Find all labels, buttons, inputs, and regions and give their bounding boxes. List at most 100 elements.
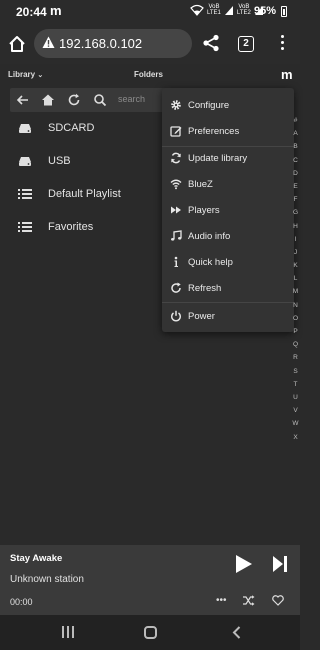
drive-icon	[19, 124, 31, 133]
alpha-index-letter[interactable]: C	[291, 154, 300, 167]
menu-item-label[interactable]: Update library	[188, 153, 247, 164]
reload-icon[interactable]	[67, 93, 81, 107]
menu-item-bluez[interactable]: BlueZ	[162, 171, 294, 197]
list-item[interactable]: USB	[0, 145, 165, 178]
alpha-index-letter[interactable]: M	[291, 285, 300, 298]
url-text[interactable]: 192.168.0.102	[59, 36, 142, 51]
edit-icon	[170, 126, 182, 137]
menu-item-label[interactable]: Preferences	[188, 126, 239, 137]
recent-apps-icon[interactable]	[62, 626, 74, 638]
browser-menu-icon[interactable]	[281, 35, 285, 53]
back-arrow-icon[interactable]	[16, 93, 30, 107]
list-item[interactable]: Default Playlist	[0, 178, 165, 211]
heart-icon[interactable]	[272, 595, 284, 606]
alpha-index-letter[interactable]: I	[291, 233, 300, 246]
address-bar[interactable]: 192.168.0.102	[34, 29, 192, 58]
tab-count-button[interactable]: 2	[238, 36, 254, 52]
skip-next-icon[interactable]	[272, 555, 288, 573]
list-icon	[18, 189, 32, 199]
home-nav-icon[interactable]	[41, 93, 55, 107]
gear-icon	[171, 100, 181, 110]
list-item-label: Default Playlist	[48, 188, 121, 200]
net-indicator-1: VoB LTE1	[207, 4, 221, 16]
alpha-index-letter[interactable]: Q	[291, 338, 300, 351]
menu-item-label[interactable]: Quick help	[188, 257, 233, 268]
warning-icon[interactable]	[42, 36, 55, 49]
library-dropdown[interactable]: Library ⌄	[8, 70, 43, 79]
menu-item-preferences[interactable]: Preferences	[162, 118, 294, 144]
share-icon[interactable]	[202, 34, 220, 52]
drive-icon	[19, 157, 31, 166]
menu-item-players[interactable]: Players	[162, 197, 294, 223]
list-item[interactable]: Favorites	[0, 211, 165, 244]
alpha-index-letter[interactable]: T	[291, 378, 300, 391]
alpha-index-letter[interactable]: S	[291, 365, 300, 378]
alpha-index-letter[interactable]: G	[291, 206, 300, 219]
menu-item-quick-help[interactable]: Quick help	[162, 249, 294, 275]
menu-item-configure[interactable]: Configure	[162, 92, 294, 118]
library-label[interactable]: Library	[8, 70, 35, 79]
alpha-index-letter[interactable]: V	[291, 404, 300, 417]
list-icon	[18, 222, 32, 232]
app-logo[interactable]: m	[281, 67, 293, 82]
alpha-index-letter[interactable]: R	[291, 351, 300, 364]
menu-item-refresh[interactable]: Refresh	[162, 275, 294, 301]
alpha-index-letter[interactable]: D	[291, 167, 300, 180]
main-menu-popup: Configure Preferences Update library Blu…	[162, 88, 294, 332]
alpha-index-letter[interactable]: H	[291, 220, 300, 233]
play-icon[interactable]	[235, 554, 253, 574]
battery-icon	[281, 6, 287, 17]
alphabet-index[interactable]: # A B C D E F G H I J K L M N O P Q R S T U V W X	[291, 114, 300, 444]
track-title: Stay Awake	[10, 553, 63, 564]
alpha-index-letter[interactable]: N	[291, 299, 300, 312]
search-icon[interactable]	[93, 93, 107, 107]
list-item[interactable]: SDCARD	[0, 112, 165, 145]
sync-icon	[171, 152, 181, 164]
status-time: 20:44	[16, 5, 47, 19]
menu-item-label[interactable]: Players	[188, 205, 220, 216]
alpha-index-letter[interactable]: B	[291, 140, 300, 153]
system-nav-bar	[0, 615, 300, 650]
home-icon[interactable]	[7, 34, 27, 54]
menu-item-label[interactable]: Refresh	[188, 283, 221, 294]
alpha-index-letter[interactable]: L	[291, 272, 300, 285]
alpha-index-letter[interactable]: E	[291, 180, 300, 193]
menu-item-label[interactable]: Audio info	[188, 231, 230, 242]
status-bar: 20:44 m VoB LTE1 VoB LTE2 95%	[0, 0, 300, 24]
refresh-icon	[171, 282, 181, 293]
alpha-index-letter[interactable]: F	[291, 193, 300, 206]
menu-item-label[interactable]: BlueZ	[188, 179, 213, 190]
menu-item-audio-info[interactable]: Audio info	[162, 223, 294, 249]
system-home-icon[interactable]	[144, 626, 157, 639]
list-item-label: SDCARD	[48, 122, 95, 134]
alpha-index-letter[interactable]: P	[291, 325, 300, 338]
now-playing-bar[interactable]: Stay Awake Unknown station 00:00 •••	[0, 545, 300, 615]
alpha-index-letter[interactable]: W	[291, 417, 300, 430]
alpha-index-letter[interactable]: A	[291, 127, 300, 140]
alpha-index-letter[interactable]: X	[291, 431, 300, 444]
alpha-index-letter[interactable]: O	[291, 312, 300, 325]
menu-item-label[interactable]: Configure	[188, 100, 229, 111]
list-item-label: USB	[48, 155, 71, 167]
menu-item-power[interactable]: Power	[162, 303, 294, 329]
menu-item-update-library[interactable]: Update library	[162, 145, 294, 171]
net-indicator-2: VoB LTE2	[236, 4, 251, 16]
page-title: Folders	[134, 70, 163, 79]
nav-toolbar: search	[10, 88, 175, 112]
power-icon	[171, 310, 181, 322]
status-icons: VoB LTE1 VoB LTE2	[190, 4, 264, 16]
shuffle-icon[interactable]	[242, 595, 255, 606]
more-options-icon[interactable]: •••	[216, 595, 227, 606]
list-item-label: Favorites	[48, 221, 94, 233]
chevron-down-icon: ⌄	[37, 72, 44, 79]
browser-toolbar: 192.168.0.102 2	[0, 24, 300, 64]
menu-item-label[interactable]: Power	[188, 311, 215, 322]
alpha-index-letter[interactable]: J	[291, 246, 300, 259]
alpha-index-letter[interactable]: K	[291, 259, 300, 272]
elapsed-time: 00:00	[10, 597, 33, 607]
system-back-icon[interactable]	[232, 626, 241, 639]
wifi-status-icon	[190, 4, 204, 16]
search-input[interactable]: search	[118, 94, 145, 104]
alpha-index-letter[interactable]: #	[291, 114, 300, 127]
alpha-index-letter[interactable]: U	[291, 391, 300, 404]
